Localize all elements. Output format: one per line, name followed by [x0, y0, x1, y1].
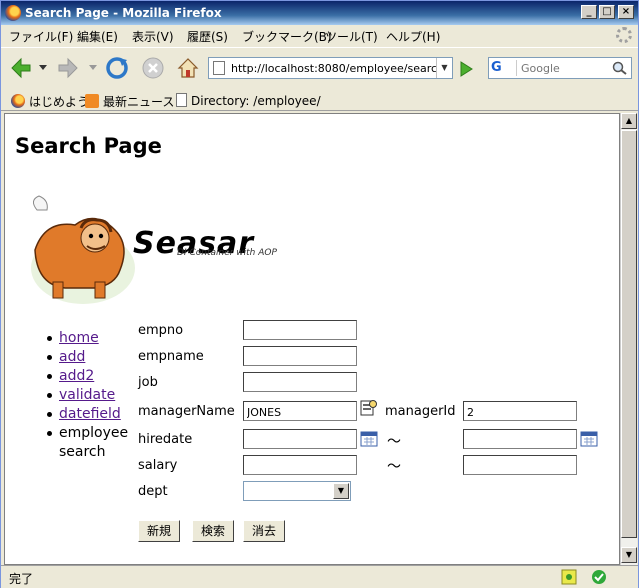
search-input[interactable]: [521, 60, 605, 76]
browser-window: Search Page - Mozilla Firefox _ □ × ファイル…: [0, 0, 639, 588]
url-bar[interactable]: ▼: [208, 57, 453, 79]
page-icon: [176, 93, 187, 107]
maximize-button[interactable]: □: [599, 5, 615, 19]
empname-input[interactable]: [243, 346, 357, 366]
hiredate-to-input[interactable]: [463, 429, 577, 449]
menu-tools[interactable]: ツール(T): [325, 28, 378, 45]
page-icon: [213, 61, 225, 75]
scroll-up-arrow-icon[interactable]: ▲: [621, 113, 637, 129]
nav-link-add[interactable]: add: [59, 349, 85, 365]
nav-link-home[interactable]: home: [59, 330, 99, 346]
back-history-dropdown-icon[interactable]: [39, 65, 47, 71]
menu-view[interactable]: 表示(V): [132, 28, 174, 45]
reload-icon[interactable]: [105, 56, 129, 80]
manager-id-label: managerId: [385, 404, 456, 419]
job-label: job: [138, 375, 158, 390]
bookmark-label: Directory: /employee/: [191, 94, 321, 108]
bookmark-getting-started[interactable]: はじめよう: [11, 93, 89, 110]
nav-link-validate[interactable]: validate: [59, 387, 115, 403]
salary-range-separator: 〜: [387, 459, 401, 475]
logo-subtitle: DI Container with AOP: [177, 248, 277, 258]
window-title: Search Page - Mozilla Firefox: [25, 6, 222, 20]
scrollbar-thumb[interactable]: [621, 130, 637, 538]
empno-label: empno: [138, 323, 184, 338]
empno-input[interactable]: [243, 320, 357, 340]
calendar-icon[interactable]: [580, 431, 598, 447]
job-input[interactable]: [243, 372, 357, 392]
nav-item-validate: validate: [43, 386, 127, 405]
home-icon[interactable]: [176, 56, 200, 80]
menu-bookmarks[interactable]: ブックマーク(B): [242, 28, 332, 45]
manager-name-label: managerName: [138, 404, 235, 419]
firefox-icon: [5, 5, 21, 21]
menu-file[interactable]: ファイル(F): [9, 28, 73, 45]
nav-item-add2: add2: [43, 367, 127, 386]
manager-lookup-icon[interactable]: [359, 398, 379, 418]
addon-status-icon[interactable]: [561, 569, 577, 585]
clear-button[interactable]: 消去: [243, 520, 286, 542]
scroll-down-arrow-icon[interactable]: ▼: [621, 547, 637, 563]
bookmark-directory[interactable]: Directory: /employee/: [176, 93, 321, 108]
status-bar: 完了: [1, 565, 638, 588]
url-input[interactable]: [231, 60, 436, 76]
salary-label: salary: [138, 458, 178, 473]
dept-label: dept: [138, 484, 168, 499]
search-icon[interactable]: [611, 60, 629, 76]
hiredate-range-separator: 〜: [387, 434, 401, 450]
salary-to-input[interactable]: [463, 455, 577, 475]
nav-item-datefield: datefield: [43, 405, 127, 424]
vertical-scrollbar[interactable]: ▲ ▼: [620, 113, 637, 565]
hiredate-from-input[interactable]: [243, 429, 357, 449]
stop-icon[interactable]: [141, 56, 165, 80]
manager-name-input[interactable]: [243, 401, 357, 421]
nav-item-add: add: [43, 348, 127, 367]
dept-select[interactable]: ▼: [243, 481, 351, 501]
close-button[interactable]: ×: [618, 5, 634, 19]
salary-from-input[interactable]: [243, 455, 357, 475]
menu-bar: ファイル(F) 編集(E) 表示(V) 履歴(S) ブックマーク(B) ツール(…: [1, 25, 638, 45]
status-text: 完了: [9, 572, 34, 586]
title-bar: Search Page - Mozilla Firefox _ □ ×: [1, 1, 638, 25]
empname-label: empname: [138, 349, 204, 364]
forward-history-dropdown-icon[interactable]: [89, 65, 97, 71]
check-status-icon[interactable]: [591, 569, 607, 585]
minimize-button[interactable]: _: [581, 5, 597, 19]
page-title: Search Page: [15, 134, 162, 158]
search-bar[interactable]: G: [488, 57, 632, 79]
forward-arrow-icon[interactable]: [56, 56, 80, 80]
search-button[interactable]: 検索: [192, 520, 235, 542]
bookmarks-toolbar: はじめよう 最新ニュース Directory: /employee/: [1, 89, 638, 111]
navigation-toolbar: ▼ G: [1, 47, 638, 87]
menu-help[interactable]: ヘルプ(H): [386, 28, 440, 45]
firefox-icon: [11, 94, 25, 108]
go-arrow-icon[interactable]: [456, 60, 476, 78]
throbber-icon: [616, 27, 632, 43]
hiredate-label: hiredate: [138, 432, 193, 447]
chevron-down-icon[interactable]: ▼: [333, 483, 349, 499]
back-arrow-icon[interactable]: [9, 56, 33, 80]
new-button[interactable]: 新規: [138, 520, 181, 542]
nav-link-datefield[interactable]: datefield: [59, 406, 121, 422]
menu-edit[interactable]: 編集(E): [77, 28, 118, 45]
nav-item-home: home: [43, 329, 127, 348]
nav-link-add2[interactable]: add2: [59, 368, 94, 384]
nav-current-employee-search: employee search: [59, 425, 129, 460]
manager-id-input[interactable]: [463, 401, 577, 421]
bookmark-label: 最新ニュース: [103, 95, 175, 109]
bookmark-label: はじめよう: [29, 95, 90, 109]
page-content: Search Page Seasar DI Container with AOP…: [4, 113, 620, 565]
url-dropdown-icon[interactable]: ▼: [436, 58, 452, 78]
menu-history[interactable]: 履歴(S): [187, 28, 228, 45]
nav-item-employee-search: employee search: [43, 424, 129, 462]
bookmark-latest-news[interactable]: 最新ニュース: [85, 93, 174, 110]
google-engine-icon[interactable]: G: [491, 60, 517, 76]
rss-feed-icon: [85, 94, 99, 108]
calendar-icon[interactable]: [360, 431, 378, 447]
side-nav: home add add2 validate datefield employe…: [43, 329, 129, 462]
